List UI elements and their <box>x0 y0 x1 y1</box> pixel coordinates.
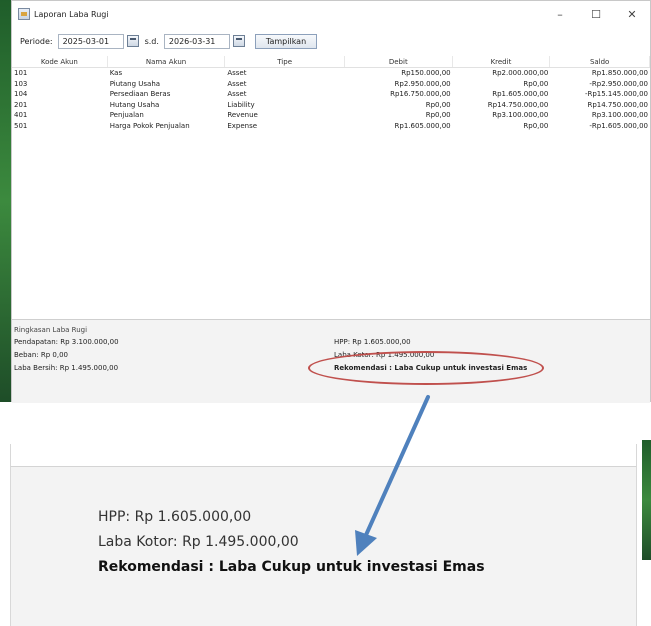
cell-debit: Rp16.750.000,00 <box>390 90 451 98</box>
col-kode-akun[interactable]: Kode Akun <box>12 56 108 67</box>
cell-debit: Rp150.000,00 <box>401 69 451 77</box>
zoom-rekomendasi-text: Rekomendasi : Laba Cukup untuk investasi… <box>98 559 485 575</box>
cell-kredit: Rp14.750.000,00 <box>487 100 549 109</box>
cell-nama: Piutang Usaha <box>109 79 161 88</box>
cell-kode: 401 <box>14 111 28 119</box>
table-row[interactable]: 401 Penjualan Revenue Rp0,00 Rp3.100.000… <box>12 110 650 121</box>
window-title: Laporan Laba Rugi <box>34 9 109 19</box>
zoom-top-strip <box>10 444 637 466</box>
cell-kredit: Rp0,00 <box>523 121 549 130</box>
cell-saldo: -Rp15.145.000,00 <box>584 90 648 98</box>
col-kredit[interactable]: Kredit <box>453 56 551 67</box>
cell-kode: 103 <box>14 79 28 88</box>
cell-nama: Kas <box>109 69 123 77</box>
start-date-field[interactable]: 2025-03-01 <box>57 33 124 49</box>
cell-tipe: Revenue <box>227 111 258 119</box>
table-row[interactable]: 101 Kas Asset Rp150.000,00 Rp2.000.000,0… <box>12 68 650 79</box>
cell-nama: Hutang Usaha <box>109 100 160 109</box>
filter-toolbar: Periode: 2025-03-01 s.d. 2026-03-31 Tamp… <box>12 31 650 51</box>
beban-text: Beban: Rp 0,00 <box>14 351 68 359</box>
cell-kode: 501 <box>14 121 28 130</box>
table-row[interactable]: 103 Piutang Usaha Asset Rp2.950.000,00 R… <box>12 79 650 90</box>
zoom-laba-kotor-text: Laba Kotor: Rp 1.495.000,00 <box>98 534 299 550</box>
cell-nama: Persediaan Beras <box>109 90 171 98</box>
col-tipe[interactable]: Tipe <box>225 56 345 67</box>
cell-debit: Rp1.605.000,00 <box>394 121 451 130</box>
java-app-icon <box>18 8 30 20</box>
cell-kode: 104 <box>14 90 28 98</box>
account-table: Kode Akun Nama Akun Tipe Debit Kredit Sa… <box>12 56 650 311</box>
minimize-button[interactable]: – <box>542 1 578 27</box>
cell-kode: 201 <box>14 100 28 109</box>
zoomed-summary-panel: HPP: Rp 1.605.000,00 Laba Kotor: Rp 1.49… <box>10 466 637 626</box>
cell-saldo: -Rp1.605.000,00 <box>589 121 648 130</box>
background-edge-right <box>642 440 651 560</box>
pendapatan-text: Pendapatan: Rp 3.100.000,00 <box>14 338 119 346</box>
cell-kredit: Rp3.100.000,00 <box>492 111 549 119</box>
cell-debit: Rp0,00 <box>425 111 451 119</box>
zoom-hpp-text: HPP: Rp 1.605.000,00 <box>98 509 252 525</box>
cell-tipe: Asset <box>227 90 247 98</box>
laba-bersih-text: Laba Bersih: Rp 1.495.000,00 <box>14 364 119 372</box>
start-calendar-icon[interactable] <box>126 35 139 47</box>
col-debit[interactable]: Debit <box>345 56 453 67</box>
cell-nama: Harga Pokok Penjualan <box>109 121 190 130</box>
title-bar: Laporan Laba Rugi – ☐ ✕ <box>12 1 650 27</box>
cell-debit: Rp0,00 <box>425 100 451 109</box>
cell-saldo: Rp1.850.000,00 <box>591 69 648 77</box>
highlight-ellipse <box>308 351 544 385</box>
close-button[interactable]: ✕ <box>614 1 650 27</box>
table-row[interactable]: 104 Persediaan Beras Asset Rp16.750.000,… <box>12 89 650 100</box>
cell-nama: Penjualan <box>109 111 144 119</box>
end-calendar-icon[interactable] <box>232 35 245 47</box>
maximize-button[interactable]: ☐ <box>578 1 614 27</box>
cell-kode: 101 <box>14 69 28 77</box>
col-nama-akun[interactable]: Nama Akun <box>108 56 226 67</box>
cell-kredit: Rp2.000.000,00 <box>492 69 549 77</box>
report-window: Laporan Laba Rugi – ☐ ✕ Periode: 2025-03… <box>11 0 651 403</box>
tampilkan-button[interactable]: Tampilkan <box>254 33 318 49</box>
cell-tipe: Asset <box>227 69 247 77</box>
periode-label: Periode: <box>20 36 53 46</box>
col-saldo[interactable]: Saldo <box>550 56 650 67</box>
hpp-text: HPP: Rp 1.605.000,00 <box>334 338 411 346</box>
table-header: Kode Akun Nama Akun Tipe Debit Kredit Sa… <box>12 56 650 68</box>
end-date-field[interactable]: 2026-03-31 <box>163 33 230 49</box>
window-controls: – ☐ ✕ <box>542 1 650 27</box>
cell-kredit: Rp1.605.000,00 <box>492 90 549 98</box>
cell-saldo: Rp3.100.000,00 <box>591 111 648 119</box>
cell-saldo: -Rp2.950.000,00 <box>589 79 648 88</box>
cell-debit: Rp2.950.000,00 <box>394 79 451 88</box>
cell-saldo: Rp14.750.000,00 <box>587 100 648 109</box>
cell-kredit: Rp0,00 <box>523 79 549 88</box>
table-row[interactable]: 201 Hutang Usaha Liability Rp0,00 Rp14.7… <box>12 100 650 111</box>
table-row[interactable]: 501 Harga Pokok Penjualan Expense Rp1.60… <box>12 121 650 132</box>
background-edge-left <box>0 0 11 402</box>
cell-tipe: Expense <box>227 121 258 130</box>
sd-label: s.d. <box>144 36 159 46</box>
summary-heading: Ringkasan Laba Rugi <box>14 326 88 334</box>
cell-tipe: Liability <box>227 100 255 109</box>
cell-tipe: Asset <box>227 79 247 88</box>
